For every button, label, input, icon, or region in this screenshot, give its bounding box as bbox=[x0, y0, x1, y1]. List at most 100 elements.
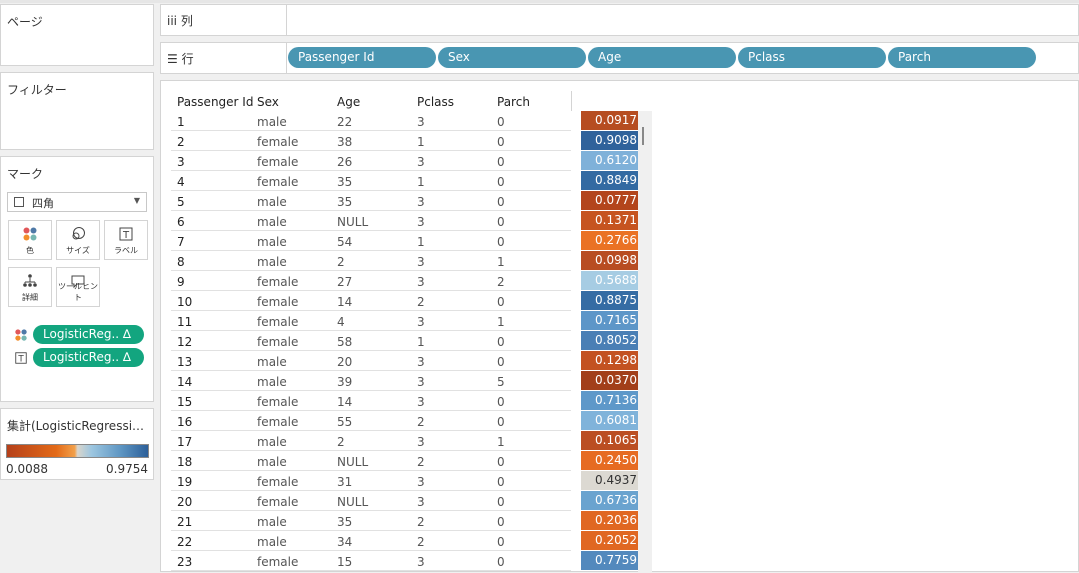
cell-age: 55 bbox=[337, 415, 353, 429]
cell-parch: 0 bbox=[497, 335, 505, 349]
prediction-cell[interactable]: 0.2450 bbox=[581, 451, 641, 470]
table-row[interactable]: 10 female 14 2 0 0.8875 bbox=[171, 291, 641, 311]
table-row[interactable]: 1 male 22 3 0 0.0917 bbox=[171, 111, 641, 131]
cell-sex: male bbox=[257, 435, 287, 449]
legend-min: 0.0088 bbox=[6, 462, 48, 476]
cell-sex: male bbox=[257, 535, 287, 549]
prediction-cell[interactable]: 0.2052 bbox=[581, 531, 641, 550]
color-dots-icon bbox=[14, 328, 28, 342]
prediction-cell[interactable]: 0.1298 bbox=[581, 351, 641, 370]
cell-sex: male bbox=[257, 115, 287, 129]
cell-pclass: 3 bbox=[417, 215, 425, 229]
table-row[interactable]: 14 male 39 3 5 0.0370 bbox=[171, 371, 641, 391]
table-row[interactable]: 12 female 58 1 0 0.8052 bbox=[171, 331, 641, 351]
prediction-cell[interactable]: 0.0777 bbox=[581, 191, 641, 210]
detail-button[interactable]: 詳細 bbox=[8, 267, 52, 307]
prediction-cell[interactable]: 0.0370 bbox=[581, 371, 641, 390]
table-row[interactable]: 18 male NULL 2 0 0.2450 bbox=[171, 451, 641, 471]
cell-pclass: 1 bbox=[417, 335, 425, 349]
vertical-scrollbar[interactable] bbox=[638, 111, 652, 573]
cell-passenger-id: 2 bbox=[177, 135, 185, 149]
prediction-cell[interactable]: 0.7759 bbox=[581, 551, 641, 570]
prediction-cell[interactable]: 0.8052 bbox=[581, 331, 641, 350]
label-button[interactable]: T ラベル bbox=[104, 220, 148, 260]
cell-passenger-id: 22 bbox=[177, 535, 193, 549]
cell-parch: 0 bbox=[497, 555, 505, 569]
prediction-cell[interactable]: 0.8875 bbox=[581, 291, 641, 310]
cell-sex: female bbox=[257, 135, 299, 149]
table-row[interactable]: 21 male 35 2 0 0.2036 bbox=[171, 511, 641, 531]
table-row[interactable]: 11 female 4 3 1 0.7165 bbox=[171, 311, 641, 331]
prediction-cell[interactable]: 0.5688 bbox=[581, 271, 641, 290]
cell-parch: 0 bbox=[497, 515, 505, 529]
table-row[interactable]: 3 female 26 3 0 0.6120 bbox=[171, 151, 641, 171]
cell-pclass: 3 bbox=[417, 195, 425, 209]
color-button-label: 色 bbox=[26, 246, 34, 255]
detail-icon bbox=[9, 273, 51, 289]
columns-label-text: 列 bbox=[180, 14, 193, 28]
row-pill-age[interactable]: Age bbox=[588, 47, 736, 68]
table-row[interactable]: 7 male 54 1 0 0.2766 bbox=[171, 231, 641, 251]
prediction-cell[interactable]: 0.1065 bbox=[581, 431, 641, 450]
row-pill-parch[interactable]: Parch bbox=[888, 47, 1036, 68]
row-pill-pclass[interactable]: Pclass bbox=[738, 47, 886, 68]
prediction-cell[interactable]: 0.4937 bbox=[581, 471, 641, 490]
prediction-cell[interactable]: 0.8849 bbox=[581, 171, 641, 190]
label-field-pill[interactable]: LogisticReg.. ∆ bbox=[33, 348, 144, 367]
table-row[interactable]: 23 female 15 3 0 0.7759 bbox=[171, 551, 641, 571]
table-row[interactable]: 8 male 2 3 1 0.0998 bbox=[171, 251, 641, 271]
table-row[interactable]: 19 female 31 3 0 0.4937 bbox=[171, 471, 641, 491]
prediction-cell[interactable]: 0.6081 bbox=[581, 411, 641, 430]
size-button[interactable]: サイズ bbox=[56, 220, 100, 260]
cell-pclass: 3 bbox=[417, 115, 425, 129]
prediction-cell[interactable]: 0.6736 bbox=[581, 491, 641, 510]
table-row[interactable]: 2 female 38 1 0 0.9098 bbox=[171, 131, 641, 151]
cell-passenger-id: 7 bbox=[177, 235, 185, 249]
legend-max: 0.9754 bbox=[106, 462, 148, 476]
table-row[interactable]: 13 male 20 3 0 0.1298 bbox=[171, 351, 641, 371]
prediction-cell[interactable]: 0.0998 bbox=[581, 251, 641, 270]
cell-sex: female bbox=[257, 335, 299, 349]
cell-passenger-id: 19 bbox=[177, 475, 193, 489]
cell-passenger-id: 12 bbox=[177, 335, 193, 349]
cell-passenger-id: 4 bbox=[177, 175, 185, 189]
cell-pclass: 2 bbox=[417, 295, 425, 309]
rows-shelf[interactable]: ☰ 行 Passenger Id Sex Age Pclass Parch bbox=[160, 42, 1079, 74]
prediction-cell[interactable]: 0.1371 bbox=[581, 211, 641, 230]
viz-view: Passenger Id Sex Age Pclass Parch 1 male 2… bbox=[160, 80, 1079, 573]
prediction-cell[interactable]: 0.7136 bbox=[581, 391, 641, 410]
tooltip-button[interactable]: ツールヒント bbox=[56, 267, 100, 307]
columns-shelf[interactable]: iii 列 bbox=[160, 4, 1079, 36]
header-age: Age bbox=[337, 95, 361, 109]
cell-pclass: 2 bbox=[417, 515, 425, 529]
row-pill-passenger-id[interactable]: Passenger Id bbox=[288, 47, 436, 68]
cell-sex: male bbox=[257, 235, 287, 249]
table-row[interactable]: 15 female 14 3 0 0.7136 bbox=[171, 391, 641, 411]
row-pill-sex[interactable]: Sex bbox=[438, 47, 586, 68]
cell-age: NULL bbox=[337, 215, 369, 229]
color-field-pill[interactable]: LogisticReg.. ∆ bbox=[33, 325, 144, 344]
prediction-cell[interactable]: 0.2036 bbox=[581, 511, 641, 530]
table-row[interactable]: 4 female 35 1 0 0.8849 bbox=[171, 171, 641, 191]
prediction-cell[interactable]: 0.9098 bbox=[581, 131, 641, 150]
prediction-cell[interactable]: 0.6120 bbox=[581, 151, 641, 170]
prediction-cell[interactable]: 0.2766 bbox=[581, 231, 641, 250]
mark-type-dropdown[interactable]: 四角 ▼ bbox=[7, 192, 147, 212]
cell-passenger-id: 23 bbox=[177, 555, 193, 569]
table-row[interactable]: 22 male 34 2 0 0.2052 bbox=[171, 531, 641, 551]
prediction-cell[interactable]: 0.7165 bbox=[581, 311, 641, 330]
prediction-cell[interactable]: 0.0917 bbox=[581, 111, 641, 130]
cell-sex: female bbox=[257, 175, 299, 189]
scrollbar-thumb[interactable] bbox=[642, 127, 644, 145]
table-row[interactable]: 16 female 55 2 0 0.6081 bbox=[171, 411, 641, 431]
cell-parch: 0 bbox=[497, 415, 505, 429]
table-row[interactable]: 5 male 35 3 0 0.0777 bbox=[171, 191, 641, 211]
cell-age: 22 bbox=[337, 115, 353, 129]
table-row[interactable]: 9 female 27 3 2 0.5688 bbox=[171, 271, 641, 291]
table-row[interactable]: 20 female NULL 3 0 0.6736 bbox=[171, 491, 641, 511]
cell-parch: 1 bbox=[497, 255, 505, 269]
color-button[interactable]: 色 bbox=[8, 220, 52, 260]
table-row[interactable]: 17 male 2 3 1 0.1065 bbox=[171, 431, 641, 451]
cell-age: 39 bbox=[337, 375, 353, 389]
table-row[interactable]: 6 male NULL 3 0 0.1371 bbox=[171, 211, 641, 231]
